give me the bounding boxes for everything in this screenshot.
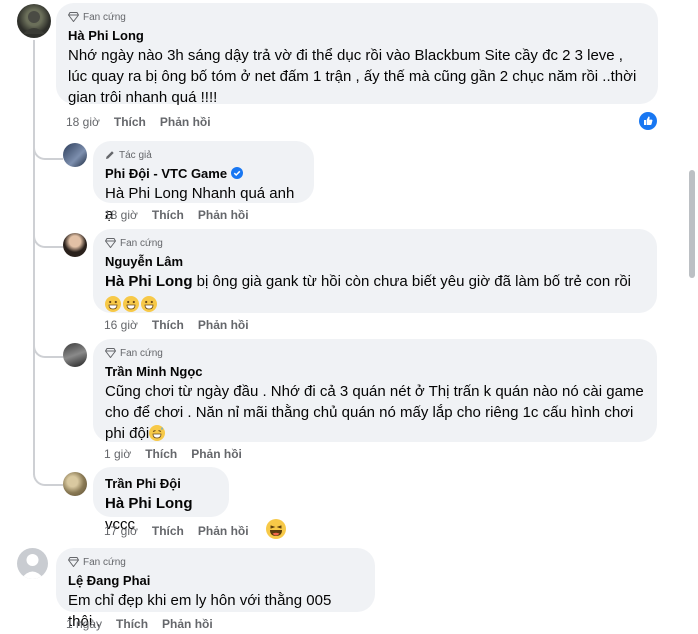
- commenter-name[interactable]: Trần Minh Ngọc: [105, 363, 645, 381]
- commenter-name[interactable]: Hà Phi Long: [68, 27, 646, 45]
- mention-link[interactable]: Hà Phi Long: [105, 273, 193, 290]
- comment-actions: 18 giờ Thích Phản hồi: [66, 114, 211, 130]
- comment-bubble: Fan cứng Nguyễn Lâm Hà Phi Long bị ông g…: [93, 229, 657, 313]
- avatar[interactable]: [63, 343, 87, 367]
- reply-button[interactable]: Phản hồi: [162, 617, 213, 631]
- fan-badge: Fan cứng: [68, 10, 646, 24]
- reply-button[interactable]: Phản hồi: [198, 208, 249, 222]
- commenter-name[interactable]: Phi Đội - VTC Game: [105, 165, 302, 183]
- fan-badge: Fan cứng: [105, 236, 645, 250]
- comment-bubble: Trần Phi Đội Hà Phi Long vccc: [93, 467, 229, 533]
- commenter-name-text: Phi Đội - VTC Game: [105, 166, 228, 181]
- verified-icon: [230, 167, 243, 179]
- grin-emoji: [105, 296, 121, 312]
- timestamp[interactable]: 16 giờ: [104, 318, 138, 332]
- badge-label: Fan cứng: [83, 556, 126, 568]
- avatar[interactable]: [63, 472, 87, 496]
- like-button[interactable]: Thích: [114, 115, 146, 129]
- haha-emoji[interactable]: [266, 519, 286, 539]
- timestamp[interactable]: 17 giờ: [104, 524, 138, 538]
- timestamp[interactable]: 18 giờ: [66, 115, 100, 129]
- badge-label: Fan cứng: [83, 11, 126, 23]
- thread-connector: [33, 466, 63, 486]
- avatar[interactable]: [63, 143, 87, 167]
- haha-reaction-icon: [266, 519, 286, 539]
- commenter-name[interactable]: Nguyễn Lâm: [105, 253, 645, 271]
- avatar[interactable]: [17, 4, 51, 38]
- like-button[interactable]: Thích: [152, 318, 184, 332]
- reply-button[interactable]: Phản hồi: [191, 447, 242, 461]
- pencil-icon: [106, 151, 114, 159]
- diamond-icon: [68, 12, 79, 22]
- scrollbar[interactable]: [686, 0, 698, 634]
- comment-body: Cũng chơi từ ngày đầu . Nhớ đi cả 3 quán…: [105, 383, 644, 442]
- avatar-image-icon: [23, 11, 45, 34]
- badge-label: Fan cứng: [120, 237, 163, 249]
- avatar[interactable]: [63, 233, 87, 257]
- comment-actions: 17 giờ Thích Phản hồi: [104, 523, 249, 539]
- comment-bubble: Fan cứng Hà Phi Long Nhớ ngày nào 3h sán…: [56, 3, 658, 106]
- like-button[interactable]: Thích: [145, 447, 177, 461]
- grin-emoji: [141, 296, 157, 312]
- sweat-smile-emoji: [149, 425, 166, 441]
- emoji-row: [105, 294, 645, 315]
- timestamp[interactable]: 18 giờ: [104, 208, 138, 222]
- commenter-name[interactable]: Lệ Đang Phai: [68, 572, 363, 590]
- avatar[interactable]: [17, 548, 48, 579]
- mention-link[interactable]: Hà Phi Long: [105, 495, 193, 512]
- comment-body: bị ông già gank từ hồi còn chưa biết yêu…: [192, 273, 632, 290]
- reply-button[interactable]: Phản hồi: [198, 318, 249, 332]
- scrollbar-thumb[interactable]: [689, 170, 695, 278]
- like-icon[interactable]: [639, 112, 657, 130]
- fan-badge: Fan cứng: [68, 555, 363, 569]
- reply-button[interactable]: Phản hồi: [198, 524, 249, 538]
- thread-connector: [33, 228, 63, 248]
- timestamp[interactable]: 1 ngày: [66, 617, 102, 631]
- comment-actions: 1 ngày Thích Phản hồi: [66, 616, 213, 632]
- badge-label: Fan cứng: [120, 347, 163, 359]
- commenter-name[interactable]: Trần Phi Đội: [105, 475, 217, 493]
- diamond-icon: [68, 557, 79, 567]
- thumbs-up-icon: [644, 116, 653, 125]
- thread-connector: [33, 140, 63, 160]
- comment-text: Hà Phi Long bị ông già gank từ hồi còn c…: [105, 271, 645, 292]
- thread-line: [33, 40, 35, 475]
- comment-actions: 16 giờ Thích Phản hồi: [104, 317, 249, 333]
- comment-actions: 18 giờ Thích Phản hồi: [104, 207, 249, 223]
- like-button[interactable]: Thích: [152, 208, 184, 222]
- fan-badge: Fan cứng: [105, 346, 645, 360]
- default-profile-icon: [21, 554, 44, 579]
- like-button[interactable]: Thích: [116, 617, 148, 631]
- comment-text: Nhớ ngày nào 3h sáng dậy trả vờ đi thể d…: [68, 47, 637, 106]
- comment-bubble: Fan cứng Lệ Đang Phai Em chỉ đẹp khi em …: [56, 548, 375, 630]
- thread-connector: [33, 338, 63, 358]
- author-badge: Tác giả: [105, 148, 302, 162]
- timestamp[interactable]: 1 giờ: [104, 447, 131, 461]
- comment-bubble: Fan cứng Trần Minh Ngọc Cũng chơi từ ngà…: [93, 339, 657, 442]
- comment-text: Cũng chơi từ ngày đầu . Nhớ đi cả 3 quán…: [105, 381, 645, 444]
- grin-emoji: [123, 296, 139, 312]
- diamond-icon: [105, 348, 116, 358]
- comment-bubble: Tác giả Phi Đội - VTC Game Hà Phi Long N…: [93, 141, 314, 223]
- comment-actions: 1 giờ Thích Phản hồi: [104, 446, 242, 462]
- like-button[interactable]: Thích: [152, 524, 184, 538]
- badge-label: Tác giả: [119, 149, 152, 161]
- reply-button[interactable]: Phản hồi: [160, 115, 211, 129]
- diamond-icon: [105, 238, 116, 248]
